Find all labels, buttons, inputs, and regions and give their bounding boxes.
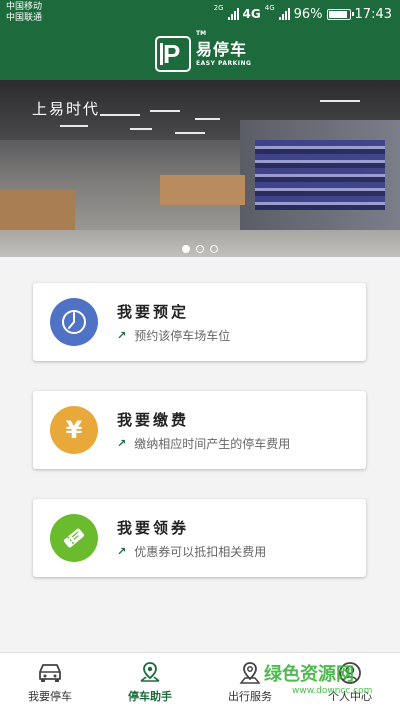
banner-sign: 上易时代 [32,100,101,118]
card-desc-text: 预约该停车场车位 [134,329,231,343]
status-bar: 中国移动 中国联通 2G 4G 4G 96% 17:43 [0,0,400,28]
watermark-url: www.downcc.com [292,686,373,696]
carousel-indicators[interactable] [0,245,400,253]
carrier-info: 中国移动 中国联通 [6,2,42,24]
card-icon-bg [50,298,98,346]
card-title: 我要预定 [117,303,190,321]
ticket-icon [63,528,85,548]
trademark: TM [196,30,207,37]
app-name-en: EASY PARKING [196,60,252,67]
arrow-up-right-icon: ↗ [117,545,127,558]
signal-icon [227,8,239,20]
clock: 17:43 [354,6,392,22]
carousel-dot[interactable] [210,245,218,253]
car-icon [37,660,63,686]
carousel-dot[interactable] [196,245,204,253]
card-title: 我要缴费 [117,411,190,429]
pay-card[interactable]: ¥ 我要缴费 ↗ 缴纳相应时间产生的停车费用 [33,391,366,469]
card-desc: ↗ 预约该停车场车位 [117,327,230,344]
carrier-1: 中国移动 [6,2,43,12]
clock-icon [62,310,86,334]
yen-icon: ¥ [65,416,83,444]
network-type-3: 4G [264,4,275,12]
card-icon-bg: ¥ [50,406,98,454]
battery-percent: 96% [293,6,323,22]
nav-label: 停车助手 [128,690,172,703]
parking-logo-icon: P [155,36,191,72]
card-icon-bg [50,514,98,562]
app-name: 易停车 [196,40,248,59]
watermark-brand: 绿色资源网 [264,664,354,685]
nav-label: 我要停车 [28,690,72,703]
card-desc: ↗ 缴纳相应时间产生的停车费用 [117,435,290,452]
battery-icon [326,8,354,20]
nav-item-park[interactable]: 我要停车 [0,653,100,711]
network-type-1: 2G [213,4,224,12]
app-header: P 易停车 EASY PARKING TM [0,28,400,80]
card-title: 我要领券 [117,519,190,537]
banner-carousel[interactable]: 上易时代 [0,80,400,257]
card-desc: ↗ 优惠券可以抵扣相关费用 [117,543,266,560]
arrow-up-right-icon: ↗ [117,437,127,450]
signal-icon [278,8,290,20]
arrow-up-right-icon: ↗ [117,329,127,342]
logo-mark: P [163,39,181,69]
map-pin-icon [137,660,163,686]
status-indicators: 2G 4G 4G 96% 17:43 [214,5,392,23]
network-type-2: 4G [242,7,261,21]
nav-label: 出行服务 [228,690,272,703]
card-desc-text: 缴纳相应时间产生的停车费用 [134,437,291,451]
app-logo: P 易停车 EASY PARKING [155,36,251,72]
carrier-2: 中国联通 [6,13,43,23]
carousel-dot[interactable] [182,245,190,253]
coupon-card[interactable]: 我要领券 ↗ 优惠券可以抵扣相关费用 [33,499,366,577]
nav-item-assistant[interactable]: 停车助手 [100,653,200,711]
banner-shelf [255,140,385,210]
card-desc-text: 优惠券可以抵扣相关费用 [134,545,267,559]
reserve-card[interactable]: 我要预定 ↗ 预约该停车场车位 [33,283,366,361]
location-icon [237,660,263,686]
